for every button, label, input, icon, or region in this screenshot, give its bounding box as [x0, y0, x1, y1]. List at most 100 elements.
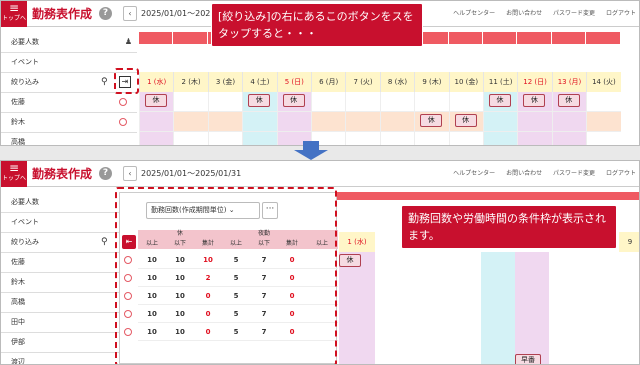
schedule-cell[interactable]	[551, 132, 587, 145]
shift-cell[interactable]: 休	[282, 94, 305, 107]
shift-cell[interactable]: 休	[339, 254, 361, 267]
person-icon: ♟	[124, 37, 132, 46]
schedule-cell[interactable]	[483, 132, 518, 145]
help-center-link[interactable]: ヘルプセンター	[453, 10, 495, 17]
help-center-link[interactable]: ヘルプセンター	[453, 170, 495, 177]
required-cell	[448, 32, 482, 44]
schedule-cell[interactable]	[551, 112, 587, 132]
shift-cell[interactable]: 休	[248, 94, 271, 107]
day-header[interactable]: 6 (月)	[311, 72, 346, 92]
day-header[interactable]: 7 (火)	[345, 72, 380, 92]
header-links: ヘルプセンター お問い合わせ パスワード変更 ログアウト	[444, 8, 636, 17]
page-title: 勤務表作成	[32, 7, 93, 21]
filter-label: 絞り込み	[11, 78, 39, 86]
password-link[interactable]: パスワード変更	[553, 170, 595, 177]
day-header[interactable]: 1 (水)	[139, 72, 174, 92]
schedule-cell[interactable]	[311, 92, 346, 112]
staff-row: 佐藤	[1, 92, 137, 113]
schedule-cell[interactable]	[311, 112, 346, 132]
date-range[interactable]: 2025/01/01～2025/01/31	[141, 166, 241, 181]
schedule-cell[interactable]	[242, 132, 277, 145]
schedule-cell[interactable]	[139, 132, 174, 145]
schedule-cell[interactable]	[586, 112, 621, 132]
day-header[interactable]: 9 (木)	[414, 72, 449, 92]
staff-name: 佐藤	[11, 258, 25, 266]
menu-button[interactable]: ≡ トップへ	[1, 161, 27, 187]
logout-link[interactable]: ログアウト	[606, 170, 636, 177]
day-header[interactable]: 10 (金)	[448, 72, 483, 92]
schedule-cell[interactable]	[379, 132, 415, 145]
day-header[interactable]: 13 (月)	[551, 72, 587, 92]
staff-row: 鈴木	[1, 112, 137, 133]
highlight-box	[114, 68, 139, 94]
required-cell	[139, 32, 173, 44]
schedule-cell[interactable]	[276, 112, 311, 132]
schedule-cell[interactable]	[173, 92, 208, 112]
schedule-cell[interactable]	[345, 92, 380, 112]
schedule-cell[interactable]	[517, 132, 552, 145]
filter-label: 絞り込み	[11, 238, 39, 246]
required-cell	[586, 32, 620, 44]
schedule-cell[interactable]	[207, 132, 243, 145]
schedule-cell[interactable]	[586, 132, 621, 145]
required-label: 必要人数	[11, 198, 39, 206]
staff-name: 鈴木	[11, 278, 25, 286]
schedule-cell[interactable]	[173, 132, 208, 145]
shift-cell[interactable]: 休	[557, 94, 580, 107]
schedule-cell[interactable]	[517, 112, 552, 132]
schedule-cell[interactable]	[379, 112, 415, 132]
help-icon[interactable]: ?	[99, 167, 112, 180]
required-row: 必要人数 ♟	[1, 32, 137, 53]
help-icon[interactable]: ?	[99, 7, 112, 20]
shift-cell[interactable]: 休	[523, 94, 546, 107]
schedule-cell[interactable]	[207, 92, 243, 112]
day-header[interactable]: 4 (土)	[242, 72, 277, 92]
required-cell	[483, 32, 517, 44]
shift-cell[interactable]: 休	[420, 114, 443, 127]
hamburger-icon: ≡	[8, 1, 20, 15]
prev-period-button[interactable]: ‹	[123, 6, 137, 21]
schedule-cell[interactable]	[379, 92, 415, 112]
face-icon	[119, 98, 127, 106]
schedule-cell[interactable]	[586, 92, 621, 112]
schedule-cell[interactable]	[414, 132, 449, 145]
shift-cell[interactable]: 早番	[515, 354, 541, 364]
schedule-cell[interactable]	[345, 112, 380, 132]
screenshot-before: ≡ トップへ 勤務表作成 ? ‹ 2025/01/01～2025/01/31 ヘ…	[0, 0, 640, 146]
day-header[interactable]: 8 (水)	[379, 72, 415, 92]
callout-top: [絞り込み]の右にあるこのボタンをスをタップすると・・・	[211, 3, 423, 47]
day-header[interactable]: 2 (木)	[173, 72, 208, 92]
holiday-column	[339, 252, 375, 364]
menu-sub-label: トップへ	[1, 15, 26, 22]
schedule-cell[interactable]	[448, 92, 483, 112]
shift-cell[interactable]: 休	[489, 94, 511, 107]
required-bar	[337, 192, 639, 200]
contact-link[interactable]: お問い合わせ	[506, 170, 542, 177]
schedule-cell[interactable]	[414, 92, 449, 112]
zoom-icon[interactable]: ⚲	[101, 72, 108, 92]
header-links: ヘルプセンター お問い合わせ パスワード変更 ログアウト	[444, 168, 636, 177]
day-header[interactable]: 14 (火)	[586, 72, 621, 92]
zoom-icon[interactable]: ⚲	[101, 232, 108, 252]
schedule-cell[interactable]	[242, 112, 277, 132]
password-link[interactable]: パスワード変更	[553, 10, 595, 17]
menu-button[interactable]: ≡ トップへ	[1, 1, 27, 27]
logout-link[interactable]: ログアウト	[606, 10, 636, 17]
schedule-cell[interactable]	[483, 112, 518, 132]
schedule-cell[interactable]	[207, 112, 243, 132]
day-header[interactable]: 5 (日)	[276, 72, 311, 92]
day-header[interactable]: 11 (土)	[483, 72, 518, 92]
contact-link[interactable]: お問い合わせ	[506, 10, 542, 17]
shift-cell[interactable]: 休	[454, 114, 477, 127]
shift-cell[interactable]: 休	[145, 94, 167, 107]
required-cell	[173, 32, 207, 44]
schedule-cell[interactable]	[345, 132, 380, 145]
day-header[interactable]: 12 (日)	[517, 72, 552, 92]
prev-period-button[interactable]: ‹	[123, 166, 137, 181]
day-header[interactable]: 3 (金)	[207, 72, 243, 92]
schedule-cell[interactable]	[173, 112, 208, 132]
callout-bottom: 勤務回数や労働時間の条件枠が表示されます。	[401, 205, 617, 249]
down-arrow-icon	[294, 141, 328, 160]
schedule-cell[interactable]	[139, 112, 174, 132]
schedule-cell[interactable]	[448, 132, 483, 145]
